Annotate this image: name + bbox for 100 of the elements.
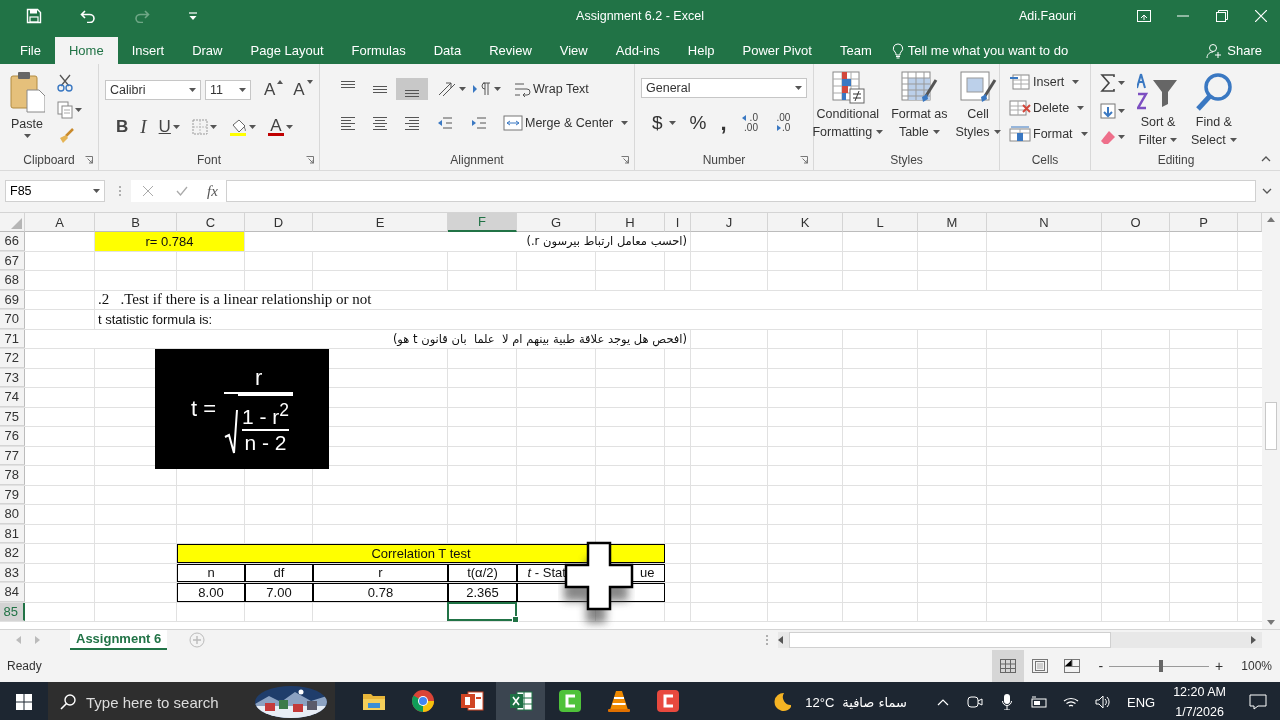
font-size-dropdown[interactable]: 11 [205, 80, 251, 100]
column-header[interactable]: N [987, 213, 1102, 232]
notification-icon[interactable] [1249, 694, 1267, 710]
delete-cells-button[interactable]: Delete [1006, 98, 1091, 118]
row-header[interactable]: 70 [0, 310, 25, 329]
sheet-tab[interactable]: Assignment 6 [70, 630, 168, 650]
ribbon-tab[interactable]: Home [54, 37, 118, 64]
zoom-in-button[interactable]: + [1215, 658, 1224, 674]
column-header[interactable]: L [843, 213, 918, 232]
ribbon-tab[interactable]: Draw [178, 37, 237, 64]
name-box[interactable]: F85 [5, 180, 105, 202]
zoom-out-button[interactable]: - [1098, 658, 1104, 674]
paste-button[interactable]: Paste [6, 70, 48, 150]
row-header[interactable]: 76 [0, 427, 25, 446]
scroll-right-icon[interactable] [1251, 636, 1256, 644]
copy-button[interactable] [54, 99, 85, 121]
column-header[interactable]: K [768, 213, 843, 232]
expand-caret-icon[interactable] [1262, 188, 1272, 194]
dialog-launcher-icon[interactable] [306, 156, 314, 164]
italic-button[interactable]: I [137, 114, 150, 140]
scrollbar-thumb[interactable] [1265, 402, 1277, 450]
row-header[interactable]: 78 [0, 466, 25, 485]
scroll-down-icon[interactable] [1267, 620, 1275, 625]
number-format-dropdown[interactable]: General [641, 78, 807, 98]
column-header[interactable]: J [691, 213, 768, 232]
dialog-launcher-icon[interactable] [800, 156, 808, 164]
styles-button[interactable]: Conditional Formatting [809, 70, 887, 150]
insert-cells-button[interactable]: Insert [1006, 72, 1091, 92]
styles-button[interactable]: Cell Styles [952, 70, 1004, 150]
column-header[interactable]: P [1170, 213, 1238, 232]
styles-button[interactable]: Format as Table [888, 70, 951, 150]
scroll-up-icon[interactable] [1267, 217, 1275, 222]
chevron-up-icon[interactable] [937, 698, 949, 706]
column-header[interactable]: F [448, 213, 517, 232]
ribbon-tab[interactable]: Team [825, 37, 886, 64]
restore-icon[interactable] [1215, 10, 1228, 22]
wrap-text-button[interactable]: Wrap Text [510, 78, 592, 100]
language-indicator[interactable]: ENG [1119, 694, 1164, 710]
font-name-dropdown[interactable]: Calibri [105, 80, 201, 100]
column-header[interactable]: O [1102, 213, 1170, 232]
save-icon[interactable] [26, 8, 42, 24]
font-color-button[interactable]: A [264, 116, 296, 138]
slider-thumb[interactable] [1159, 660, 1164, 672]
scrollbar-thumb[interactable] [789, 632, 1111, 648]
row-header[interactable]: 74 [0, 388, 25, 407]
ribbon-display-icon[interactable] [1136, 10, 1151, 22]
video-call-icon[interactable] [967, 694, 983, 710]
column-header[interactable]: H [596, 213, 665, 232]
decrease-decimal-button[interactable]: .00 .0 [769, 113, 795, 133]
find-button[interactable]: Find & Select [1188, 70, 1240, 150]
row-header[interactable]: 68 [0, 271, 25, 290]
ribbon-tab[interactable]: File [6, 37, 55, 64]
customize-caret-icon[interactable] [188, 11, 198, 21]
ribbon-tab[interactable]: Formulas [337, 37, 420, 64]
format-cells-button[interactable]: Format [1006, 124, 1091, 144]
ribbon-tab[interactable]: View [545, 37, 602, 64]
row-header[interactable]: 66 [0, 232, 25, 251]
tell-me-field[interactable]: Tell me what you want to do [907, 43, 1093, 58]
check-icon[interactable] [176, 186, 188, 196]
row-header[interactable]: 84 [0, 583, 25, 602]
collapse-ribbon-icon[interactable] [1261, 156, 1271, 162]
sort-button[interactable]: Sort & Filter [1134, 70, 1182, 150]
minimize-icon[interactable] [1176, 15, 1189, 17]
dialog-launcher-icon[interactable] [85, 156, 93, 164]
active-cell[interactable] [447, 601, 517, 621]
column-header[interactable]: C [177, 213, 245, 232]
row-header[interactable]: 82 [0, 544, 25, 563]
currency-button[interactable]: $ [649, 110, 679, 136]
row-header[interactable]: 72 [0, 349, 25, 368]
clock[interactable]: 12:20 AM 1/7/2026 [1163, 682, 1236, 720]
undo-icon[interactable] [80, 9, 96, 23]
taskbar-app[interactable] [496, 682, 545, 720]
battery-icon[interactable] [1030, 696, 1048, 708]
underline-button[interactable]: U [155, 115, 183, 139]
share-button[interactable]: Share [1202, 37, 1266, 64]
formula-field[interactable] [225, 180, 1256, 202]
column-header[interactable]: D [245, 213, 313, 232]
bold-button[interactable]: B [113, 115, 132, 139]
fill-button[interactable] [1097, 101, 1128, 121]
volume-icon[interactable] [1095, 695, 1111, 709]
comma-style-button[interactable]: , [717, 114, 730, 132]
column-header[interactable]: B [95, 213, 177, 232]
autosum-button[interactable] [1097, 72, 1128, 94]
scroll-left-icon[interactable] [778, 636, 783, 644]
column-header[interactable]: I [665, 213, 691, 232]
insert-function-button[interactable]: fx [199, 180, 226, 202]
column-header[interactable]: E [313, 213, 448, 232]
column-header[interactable]: M [918, 213, 987, 232]
column-header[interactable]: G [517, 213, 596, 232]
ribbon-tab[interactable]: Page Layout [236, 37, 338, 64]
percent-button[interactable]: % [686, 110, 710, 136]
normal-view-button[interactable] [992, 650, 1025, 682]
increase-decimal-button[interactable]: .0 .00 [737, 113, 762, 133]
ribbon-tab[interactable]: Power Pivot [728, 37, 826, 64]
merge-center-button[interactable]: Merge & Center [500, 113, 632, 133]
align-bottom-button[interactable] [396, 78, 428, 100]
ribbon-tab[interactable]: Insert [117, 37, 179, 64]
shrink-font-button[interactable]: A [290, 78, 316, 102]
wifi-icon[interactable] [1063, 695, 1079, 709]
column-header[interactable]: A [25, 213, 95, 232]
